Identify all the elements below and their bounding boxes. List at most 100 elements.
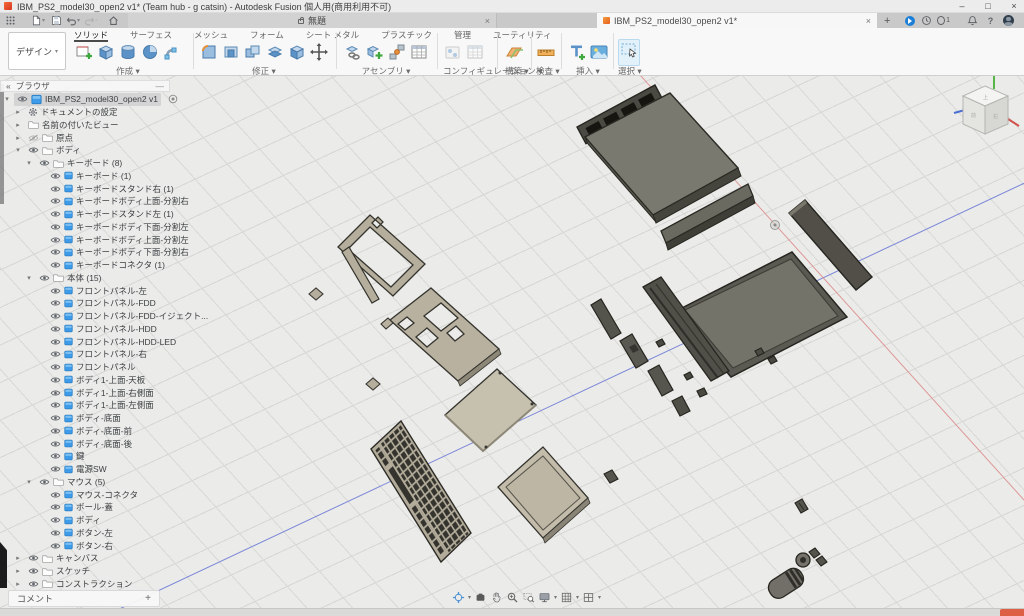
chevron-right-icon[interactable]: ▸ <box>14 567 22 575</box>
job-status-icon[interactable] <box>903 14 916 27</box>
browser-header[interactable]: « ブラウザ — <box>0 80 170 92</box>
visibility-eye-icon[interactable] <box>50 287 61 295</box>
activate-component-radio[interactable] <box>168 94 178 104</box>
chevron-down-icon[interactable]: ▾ <box>25 274 33 282</box>
insert-canvas-icon[interactable] <box>589 42 609 62</box>
tree-item[interactable]: キーボードボディ上面-分割左 <box>0 233 170 246</box>
move-copy-icon[interactable] <box>309 42 329 62</box>
doc-tab-active-close-icon[interactable]: × <box>866 16 871 26</box>
tree-item[interactable]: フロントパネル-FDD <box>0 297 170 310</box>
visibility-eye-icon[interactable] <box>50 452 61 460</box>
visibility-eye-icon[interactable] <box>39 274 50 282</box>
extensions-icon[interactable]: 1 <box>937 14 950 27</box>
visibility-eye-icon[interactable] <box>50 197 61 205</box>
extrude-icon[interactable] <box>96 42 116 62</box>
tree-item[interactable]: マウス-コネクタ <box>0 488 170 501</box>
chevron-right-icon[interactable]: ▸ <box>14 554 22 562</box>
collapse-panel-icon[interactable]: « <box>6 81 11 91</box>
comment-bar[interactable]: コメント + <box>8 590 160 607</box>
visibility-eye-icon[interactable] <box>50 414 61 422</box>
visibility-eye-icon[interactable] <box>50 389 61 397</box>
grid-settings-icon[interactable] <box>560 591 573 604</box>
tree-item[interactable]: キーボードスタンド左 (1) <box>0 208 170 221</box>
tree-item[interactable]: フロントパネル-HDD-LED <box>0 335 170 348</box>
tree-item[interactable]: ▸スケッチ <box>0 565 170 578</box>
visibility-eye-icon[interactable] <box>50 350 61 358</box>
offset-face-icon[interactable] <box>265 42 285 62</box>
file-menu-icon[interactable]: ▾ <box>31 14 45 27</box>
visibility-eye-icon[interactable] <box>50 210 61 218</box>
tree-item[interactable]: ▸キャンバス <box>0 552 170 565</box>
help-icon[interactable]: ? <box>984 14 997 27</box>
new-tab-button[interactable]: + <box>884 14 890 27</box>
chevron-right-icon[interactable]: ▸ <box>14 108 22 116</box>
context-tab[interactable]: サーフェス <box>130 29 172 40</box>
tree-item[interactable]: ボタン-左 <box>0 527 170 540</box>
new-component-icon[interactable] <box>365 42 385 62</box>
tree-item[interactable]: キーボードボディ上面-分割右 <box>0 195 170 208</box>
pipe-icon[interactable] <box>162 42 182 62</box>
doc-tab-untitled[interactable]: 無題 × <box>128 13 497 28</box>
visibility-eye-icon[interactable] <box>50 261 61 269</box>
visibility-eye-icon[interactable] <box>39 478 50 486</box>
visibility-eye-icon[interactable] <box>50 465 61 473</box>
visibility-eye-icon[interactable] <box>50 516 61 524</box>
press-pull-icon[interactable] <box>199 42 219 62</box>
visibility-eye-icon[interactable] <box>50 236 61 244</box>
configuration-icon[interactable] <box>443 42 463 62</box>
visibility-eye-icon[interactable] <box>50 185 61 193</box>
visibility-eye-icon[interactable] <box>50 542 61 550</box>
tree-item[interactable]: 電源SW <box>0 463 170 476</box>
tree-item[interactable]: ボディ-底面 <box>0 412 170 425</box>
combine-icon[interactable] <box>243 42 263 62</box>
tree-item[interactable]: ▾IBM_PS2_model30_open2 v1 <box>0 93 170 106</box>
visibility-eye-icon[interactable] <box>50 529 61 537</box>
chevron-right-icon[interactable]: ▸ <box>14 121 22 129</box>
workspace-switcher[interactable]: デザイン ▾ <box>8 32 66 70</box>
zoom-icon[interactable] <box>506 591 519 604</box>
chevron-down-icon[interactable]: ▾ <box>3 95 11 103</box>
app-grid-icon[interactable] <box>5 14 16 27</box>
visibility-eye-icon[interactable] <box>28 134 39 142</box>
visibility-eye-icon[interactable] <box>50 491 61 499</box>
visibility-eye-icon[interactable] <box>39 159 50 167</box>
context-tab[interactable]: シート メタル <box>306 29 359 40</box>
visibility-eye-icon[interactable] <box>28 146 39 154</box>
context-tab[interactable]: ユーティリティ <box>493 29 551 40</box>
tree-item[interactable]: フロントパネル <box>0 361 170 374</box>
home-icon[interactable] <box>108 14 119 27</box>
tree-item[interactable]: キーボード (1) <box>0 170 170 183</box>
tree-item[interactable]: ボディ1-上面-左側面 <box>0 399 170 412</box>
user-avatar[interactable] <box>1002 14 1015 27</box>
chevron-down-icon[interactable]: ▾ <box>14 146 22 154</box>
tree-item[interactable]: フロントパネル-左 <box>0 284 170 297</box>
configuration-table-icon[interactable] <box>465 42 485 62</box>
tree-item[interactable]: キーボードボディ下面-分割左 <box>0 221 170 234</box>
undo-icon[interactable]: ▾ <box>66 14 80 27</box>
maximize-button[interactable]: □ <box>974 0 1002 13</box>
pan-icon[interactable] <box>490 591 503 604</box>
tree-item[interactable]: ▸コンストラクション <box>0 578 170 591</box>
visibility-eye-icon[interactable] <box>50 248 61 256</box>
tree-item[interactable]: フロントパネル-FDD-イジェクト... <box>0 310 170 323</box>
visibility-eye-icon[interactable] <box>50 312 61 320</box>
visibility-eye-icon[interactable] <box>50 440 61 448</box>
context-tab[interactable]: ソリッド <box>74 29 108 40</box>
window-titlebar[interactable]: IBM_PS2_model30_open2 v1* (Team hub - g … <box>0 0 1024 13</box>
tree-item[interactable]: フロントパネル-HDD <box>0 323 170 336</box>
tree-item[interactable]: ▾本体 (15) <box>0 272 170 285</box>
visibility-eye-icon[interactable] <box>50 376 61 384</box>
construction-plane-icon[interactable] <box>505 42 525 62</box>
revolve-icon[interactable] <box>118 42 138 62</box>
tree-item[interactable]: キーボードスタンド右 (1) <box>0 182 170 195</box>
visibility-eye-icon[interactable] <box>50 363 61 371</box>
parameters-table-icon[interactable] <box>409 42 429 62</box>
sphere-icon[interactable] <box>140 42 160 62</box>
visibility-eye-icon[interactable] <box>50 223 61 231</box>
context-tab[interactable]: プラスチック <box>381 29 432 40</box>
visibility-eye-icon[interactable] <box>50 401 61 409</box>
select-tool-icon[interactable] <box>619 40 639 60</box>
tree-item[interactable]: ボタン-右 <box>0 539 170 552</box>
redo-icon[interactable]: ▾ <box>84 14 98 27</box>
display-settings-icon[interactable] <box>538 591 551 604</box>
